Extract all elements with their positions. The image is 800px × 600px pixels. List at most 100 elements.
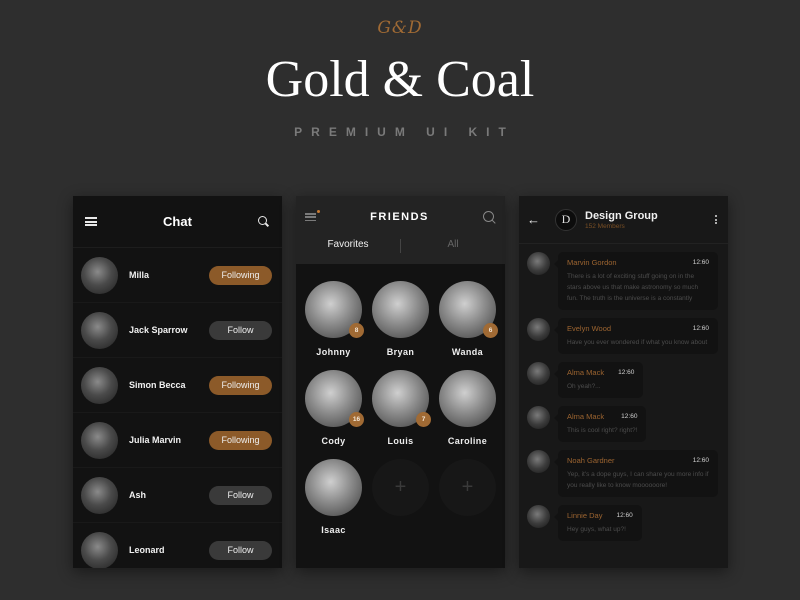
friend-item[interactable]: Caroline: [434, 370, 501, 447]
hamburger-icon[interactable]: [85, 217, 97, 226]
friends-tabs: Favorites All: [296, 238, 505, 264]
search-icon[interactable]: [257, 215, 270, 228]
contact-row[interactable]: Jack Sparrow Follow: [73, 303, 282, 358]
friend-name: Cody: [321, 436, 346, 446]
message-time: 12:60: [692, 325, 709, 332]
following-button[interactable]: Following: [209, 265, 272, 285]
friends-header: FRIENDS Favorites All: [296, 196, 505, 264]
message-text: Have you ever wondered if what you know …: [567, 339, 708, 346]
message-bubble: Noah Gardner 12:60 Yep, it's a dope guys…: [554, 450, 718, 497]
kit-subtitle: PREMIUM UI KIT: [294, 125, 515, 139]
friend-avatar: 8: [305, 281, 364, 338]
contact-list: Milla Following Jack Sparrow Follow Simo…: [73, 248, 282, 568]
group-name: Design Group: [585, 209, 658, 222]
message-bubble: Alma Mack 12:60 Oh yeah?...: [553, 362, 644, 398]
contact-name: Jack Sparrow: [129, 325, 188, 335]
friend-avatar: [305, 459, 362, 516]
sender-name: Evelyn Wood: [567, 324, 612, 333]
friend-name: Johnny: [316, 347, 351, 357]
unread-badge: 16: [349, 412, 364, 427]
message: Evelyn Wood 12:60 Have you ever wondered…: [527, 318, 718, 354]
friend-item[interactable]: 16 Cody: [300, 370, 367, 447]
sender-avatar: [527, 505, 550, 528]
avatar: [81, 476, 118, 514]
friend-item[interactable]: 6 Wanda: [434, 281, 501, 358]
tab-favorites[interactable]: Favorites: [296, 238, 400, 250]
friend-avatar: 16: [305, 370, 364, 427]
friend-name: Louis: [387, 436, 414, 446]
contact-row[interactable]: Simon Becca Following: [73, 358, 282, 413]
sender-avatar: [527, 450, 550, 473]
message-text: Oh yeah?...: [567, 383, 601, 390]
menu-icon[interactable]: [305, 210, 320, 221]
sender-avatar: [527, 406, 550, 429]
following-button[interactable]: Following: [209, 430, 272, 450]
follow-button[interactable]: Follow: [209, 320, 272, 340]
sender-avatar: [527, 318, 550, 341]
friend-item[interactable]: 7 Louis: [367, 370, 434, 447]
group-chat-screen: ← D Design Group 152 Members Marvin Gord…: [519, 196, 728, 568]
sender-name: Linnie Day: [567, 511, 603, 520]
contact-row[interactable]: Milla Following: [73, 248, 282, 303]
tab-all[interactable]: All: [401, 238, 505, 250]
message-text: There is a lot of exciting stuff going o…: [567, 273, 699, 302]
message-bubble: Alma Mack 12:60 This is cool right? righ…: [553, 406, 647, 442]
message: Marvin Gordon 12:60 There is a lot of ex…: [527, 252, 718, 310]
friend-item[interactable]: 8 Johnny: [300, 281, 367, 358]
follow-button[interactable]: Follow: [209, 540, 272, 560]
friend-name: Isaac: [321, 525, 346, 535]
friends-title: FRIENDS: [370, 211, 429, 223]
plus-icon: +: [372, 459, 429, 516]
message-text: This is cool right? right?!: [567, 427, 638, 434]
message-time: 12:60: [621, 413, 638, 420]
message-time: 12:60: [692, 259, 709, 266]
more-options-icon[interactable]: [712, 215, 720, 224]
message-bubble: Linnie Day 12:60 Hey guys, what up?!: [554, 505, 642, 541]
friend-name: Bryan: [386, 347, 415, 357]
message-time: 12:60: [616, 512, 633, 519]
message: Linnie Day 12:60 Hey guys, what up?!: [527, 505, 718, 541]
friend-avatar: 6: [439, 281, 498, 338]
avatar: [81, 531, 118, 568]
friend-avatar: [372, 281, 429, 338]
chat-header: Chat: [73, 196, 282, 248]
sender-name: Alma Mack: [567, 368, 605, 377]
sender-name: Marvin Gordon: [567, 258, 617, 267]
friend-name: Caroline: [447, 436, 488, 446]
contact-row[interactable]: Leonard Follow: [73, 523, 282, 568]
message-bubble: Marvin Gordon 12:60 There is a lot of ex…: [554, 252, 718, 310]
message-bubble: Evelyn Wood 12:60 Have you ever wondered…: [554, 318, 718, 354]
back-arrow-icon[interactable]: ←: [527, 212, 549, 227]
friend-avatar: [439, 370, 496, 427]
contact-name: Milla: [129, 270, 150, 280]
unread-badge: 8: [349, 323, 364, 338]
group-members-count: 152 Members: [585, 222, 625, 230]
message-time: 12:60: [692, 457, 709, 464]
avatar: [81, 311, 118, 349]
following-button[interactable]: Following: [209, 375, 272, 395]
add-friend-slot[interactable]: +: [434, 459, 501, 536]
friend-avatar: 7: [372, 370, 431, 427]
notification-dot: [317, 210, 320, 213]
friend-item[interactable]: Bryan: [367, 281, 434, 358]
contact-row[interactable]: Julia Marvin Following: [73, 413, 282, 468]
sender-name: Noah Gardner: [567, 456, 615, 465]
sender-name: Alma Mack: [567, 412, 605, 421]
message: Alma Mack 12:60 This is cool right? righ…: [527, 406, 718, 442]
friend-item[interactable]: Isaac: [300, 459, 367, 536]
avatar: [81, 366, 118, 404]
message-time: 12:60: [618, 369, 635, 376]
avatar: [81, 421, 118, 459]
contact-name: Julia Marvin: [129, 435, 182, 445]
friend-name: Wanda: [451, 347, 484, 357]
add-friend-slot[interactable]: +: [367, 459, 434, 536]
search-icon[interactable]: [483, 210, 496, 224]
follow-button[interactable]: Follow: [209, 485, 272, 505]
group-avatar: D: [555, 208, 577, 231]
sender-avatar: [527, 252, 550, 275]
contact-name: Simon Becca: [129, 380, 186, 390]
contact-row[interactable]: Ash Follow: [73, 468, 282, 523]
unread-badge: 7: [416, 412, 431, 427]
message-text: Yep, it's a dope guys, I can share you m…: [567, 471, 709, 489]
unread-badge: 6: [483, 323, 498, 338]
